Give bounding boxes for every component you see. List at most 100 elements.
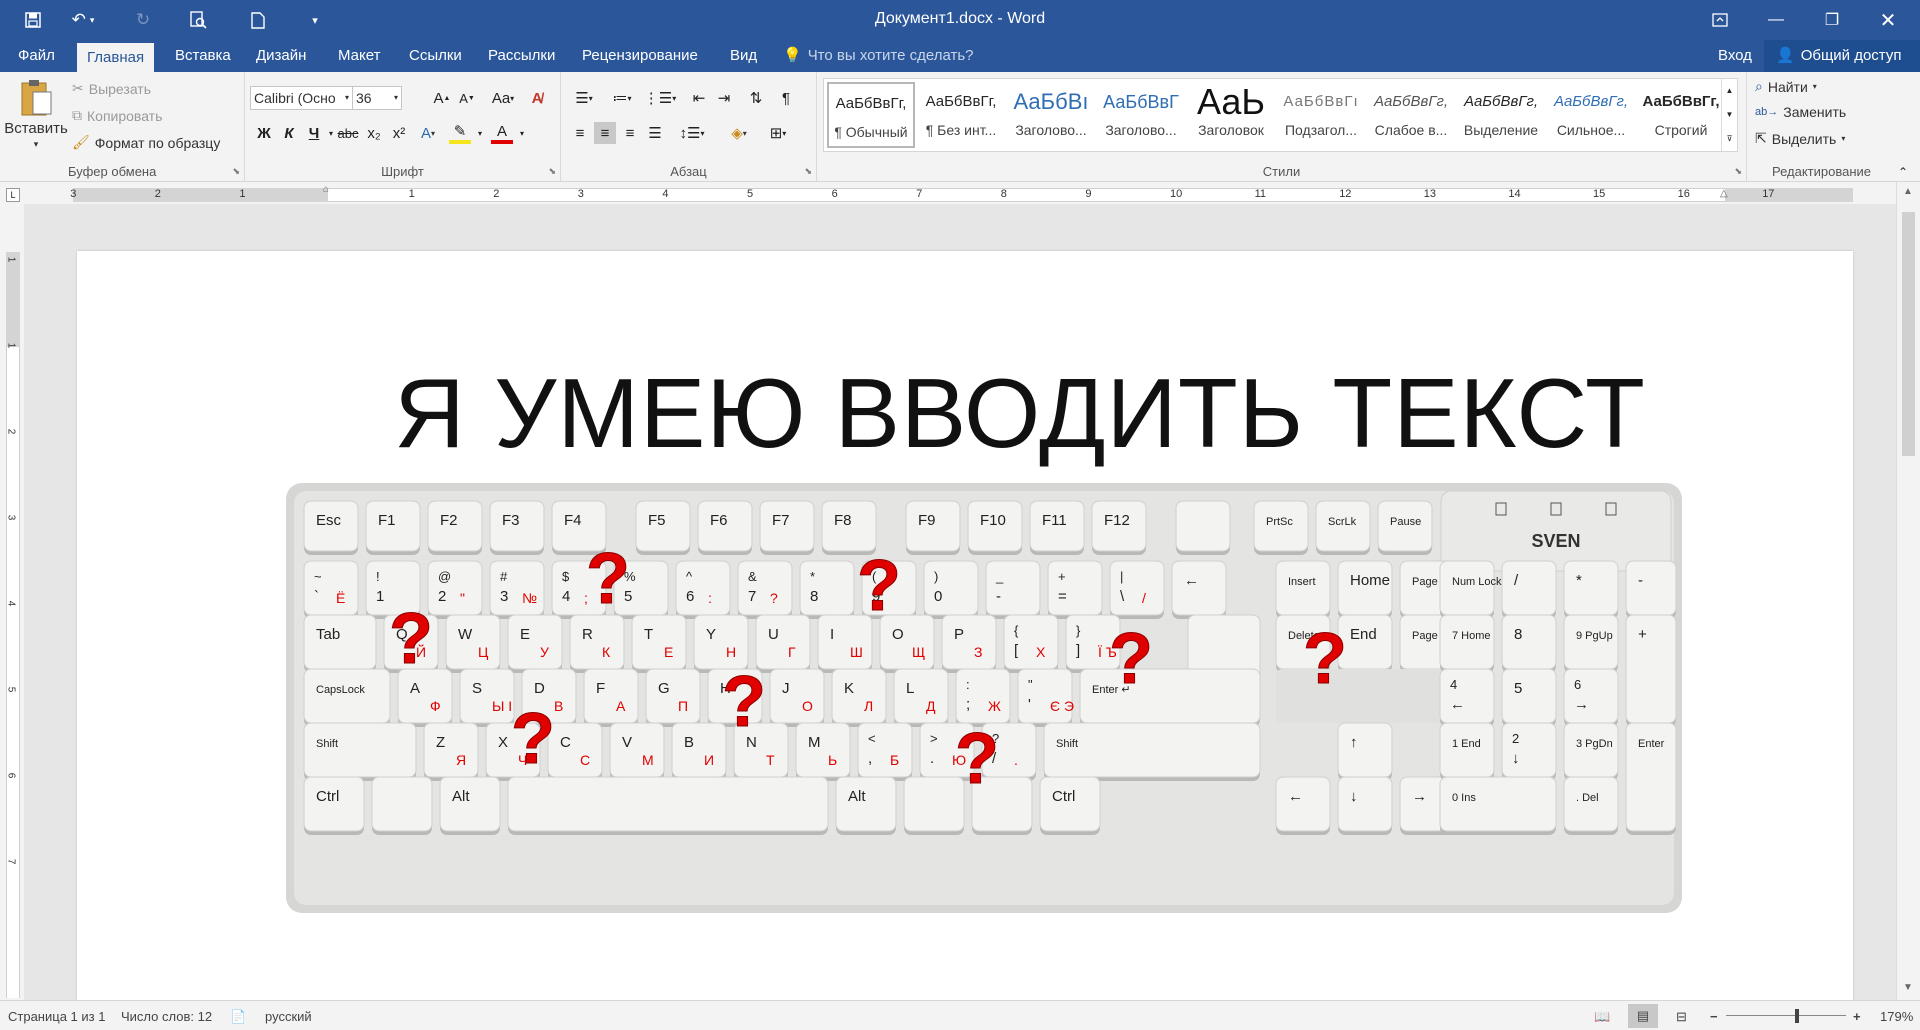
bullets-icon[interactable]: ☰ ▾	[567, 87, 601, 109]
format-painter-button[interactable]: 🖌 Формат по образцу	[72, 134, 220, 151]
select-button[interactable]: ⇱ Выделить ▾	[1755, 130, 1845, 147]
share-button[interactable]: 👤 Общий доступ	[1764, 40, 1920, 72]
bold-button[interactable]: Ж	[253, 122, 275, 144]
style-heading-2[interactable]: АаБбВвГ Заголово...	[1097, 82, 1185, 148]
style-subtitle[interactable]: АаБбВвГı Подзагол...	[1277, 82, 1365, 148]
sort-icon[interactable]: ⇅	[745, 87, 767, 109]
clear-formatting-icon[interactable]: A̸	[526, 87, 548, 109]
tab-review[interactable]: Рецензирование	[572, 40, 708, 72]
document-page[interactable]: Я УМЕЮ ВВОДИТЬ ТЕКСТ Esc F1 F2 F3 F4 F5 F6 F7 F8…	[77, 251, 1853, 1000]
replace-button[interactable]: ab→ Заменить	[1755, 104, 1846, 120]
decrease-indent-icon[interactable]: ⇤	[688, 87, 710, 109]
document-heading[interactable]: Я УМЕЮ ВВОДИТЬ ТЕКСТ	[77, 357, 1853, 470]
find-button[interactable]: ⌕ Найти ▾	[1755, 78, 1817, 95]
style-no-spacing[interactable]: АаБбВвГг, ¶ Без инт...	[917, 82, 1005, 148]
grow-font-button[interactable]: A ▲	[431, 87, 453, 109]
increase-indent-icon[interactable]: ⇥	[713, 87, 735, 109]
web-layout-icon[interactable]: ⊟	[1676, 1009, 1687, 1025]
vertical-ruler-track[interactable]	[6, 252, 20, 998]
highlight-icon[interactable]: ✎	[449, 122, 471, 144]
proofing-icon[interactable]: 📄	[230, 1009, 246, 1025]
tab-home[interactable]: Главная	[77, 43, 155, 72]
show-marks-icon[interactable]: ¶	[775, 87, 797, 109]
style-normal[interactable]: АаБбВвГг, ¶ Обычный	[827, 82, 915, 148]
numbering-icon[interactable]: ≔ ▾	[605, 87, 639, 109]
minimize-icon[interactable]: —	[1748, 0, 1804, 40]
change-case-button[interactable]: Aa ▾	[486, 87, 520, 109]
print-layout-icon[interactable]: ▤	[1628, 1004, 1658, 1028]
indent-marker-icon[interactable]: ⌂	[323, 184, 329, 195]
tab-mailings[interactable]: Рассылки	[478, 40, 565, 72]
line-spacing-icon[interactable]: ↕☰ ▾	[675, 122, 709, 144]
align-center-icon[interactable]: ≡	[594, 122, 616, 144]
ruler-track[interactable]	[73, 188, 1853, 202]
clipboard-launcher-icon[interactable]: ⬊	[232, 166, 240, 177]
key-letter-cyrillic: М	[642, 752, 654, 768]
scroll-up-icon[interactable]: ▲	[1903, 186, 1913, 197]
vertical-scrollbar[interactable]: ▲ ▼	[1896, 182, 1920, 1000]
language-indicator[interactable]: русский	[265, 1009, 312, 1024]
style-intense-emphasis[interactable]: АаБбВвГг, Сильное...	[1547, 82, 1635, 148]
multilevel-list-icon[interactable]: ⋮☰ ▾	[643, 87, 677, 109]
right-indent-marker-icon[interactable]: △	[1720, 188, 1728, 199]
word-count[interactable]: Число слов: 12	[121, 1009, 212, 1024]
italic-button[interactable]: К	[278, 122, 300, 144]
zoom-in-icon[interactable]: +	[1853, 1009, 1861, 1024]
tab-view[interactable]: Вид	[720, 40, 767, 72]
paragraph-launcher-icon[interactable]: ⬊	[804, 166, 812, 177]
align-right-icon[interactable]: ≡	[619, 122, 641, 144]
font-size-select[interactable]: 36 ▾	[352, 86, 402, 110]
zoom-slider-thumb[interactable]	[1795, 1009, 1799, 1023]
tab-design[interactable]: Дизайн	[246, 40, 316, 72]
paste-button[interactable]: Вставить ▾	[4, 78, 68, 150]
login-link[interactable]: Вход	[1718, 40, 1752, 72]
shading-icon[interactable]: ◈ ▾	[722, 122, 756, 144]
key-numpad	[1563, 560, 1619, 616]
ribbon-display-options-icon[interactable]	[1692, 0, 1748, 40]
tell-me-search[interactable]: 💡 Что вы хотите сделать?	[783, 40, 974, 72]
zoom-out-icon[interactable]: −	[1710, 1009, 1718, 1024]
style-strong[interactable]: АаБбВвГг, Строгий	[1637, 82, 1725, 148]
font-color-icon[interactable]: A	[491, 122, 513, 144]
font-name-select[interactable]: Calibri (Осно ▾	[250, 86, 353, 110]
shrink-font-button[interactable]: A ▼	[456, 87, 478, 109]
font-launcher-icon[interactable]: ⬊	[548, 166, 556, 177]
borders-icon[interactable]: ⊞ ▾	[761, 122, 795, 144]
tab-layout[interactable]: Макет	[328, 40, 390, 72]
align-left-icon[interactable]: ≡	[569, 122, 591, 144]
styles-scroll-arrows[interactable]: ▲ ▼ ⊽	[1721, 79, 1737, 151]
style-emphasis[interactable]: АаБбВвГг, Выделение	[1457, 82, 1545, 148]
restore-icon[interactable]: ❐	[1804, 0, 1860, 40]
zoom-level[interactable]: 179%	[1880, 1009, 1913, 1024]
ruler-left-margin	[73, 188, 328, 202]
style-heading-1[interactable]: АаБбВı Заголово...	[1007, 82, 1095, 148]
keyboard-image[interactable]: Esc F1 F2 F3 F4 F5 F6 F7 F8 F9 F10 F11 F12 PrtSc ScrLk…	[286, 483, 1682, 913]
ruler-number: 10	[1170, 188, 1183, 200]
scrollbar-thumb[interactable]	[1902, 212, 1915, 456]
question-mark-icon: ?	[857, 546, 901, 626]
text-effects-icon[interactable]: A ▾	[417, 122, 439, 144]
read-mode-icon[interactable]: 📖	[1594, 1009, 1610, 1025]
tab-insert[interactable]: Вставка	[165, 40, 241, 72]
styles-group: АаБбВвГг, ¶ Обычный АаБбВвГг, ¶ Без инт...…	[817, 72, 1747, 182]
strikethrough-button[interactable]: abc	[337, 122, 359, 144]
close-icon[interactable]: ✕	[1860, 0, 1916, 40]
highlight-dropdown-icon[interactable]: ▾	[469, 122, 491, 144]
font-color-dropdown-icon[interactable]: ▾	[511, 122, 533, 144]
collapse-ribbon-icon[interactable]: ⌃	[1898, 165, 1908, 179]
superscript-button[interactable]: x²	[388, 122, 410, 144]
style-title[interactable]: АаЬ Заголовок	[1187, 82, 1275, 148]
subscript-button[interactable]: x₂	[363, 122, 385, 144]
justify-icon[interactable]: ☰	[644, 122, 666, 144]
tab-file[interactable]: Файл	[8, 40, 65, 72]
styles-launcher-icon[interactable]: ⬊	[1734, 166, 1742, 177]
tab-selector-icon[interactable]: L	[6, 188, 20, 202]
key-f5-label: F5	[648, 512, 666, 529]
cut-label: Вырезать	[88, 80, 152, 97]
page-count[interactable]: Страница 1 из 1	[8, 1009, 105, 1024]
key-letter	[445, 614, 501, 670]
tab-references[interactable]: Ссылки	[399, 40, 472, 72]
style-subtle-emphasis[interactable]: АаБбВвГг, Слабое в...	[1367, 82, 1455, 148]
scroll-down-icon[interactable]: ▼	[1903, 982, 1913, 993]
zoom-slider[interactable]	[1726, 1015, 1846, 1016]
